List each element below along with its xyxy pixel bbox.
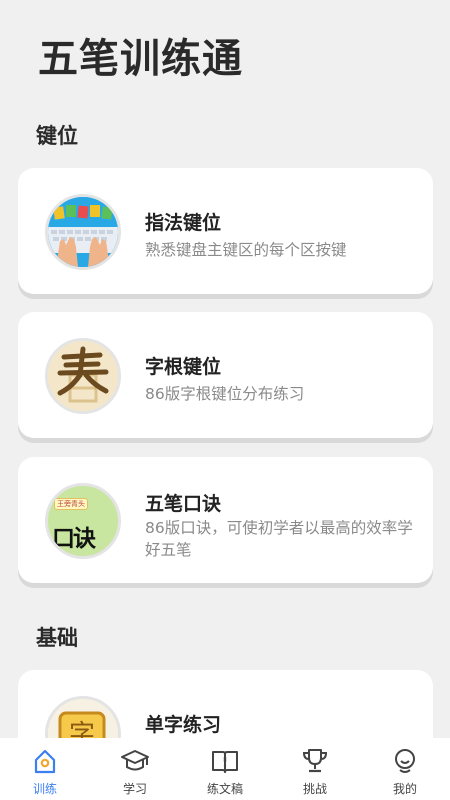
radical-character-icon	[45, 338, 121, 414]
card-description: 86版口诀，可使初学者以最高的效率学好五笔	[145, 519, 413, 559]
card-description: 熟悉键盘主键区的每个区按键	[145, 241, 347, 259]
face-icon	[395, 749, 415, 773]
keyboard-hands-icon	[45, 194, 121, 270]
app-title: 五笔训练通	[38, 36, 243, 82]
card-description: 86版字根键位分布练习	[145, 385, 305, 403]
graduation-cap-icon	[121, 750, 149, 771]
card-mnemonic[interactable]: 王旁青头 口诀 五笔口诀 86版口诀，可使初学者以最高的效率学好五笔	[18, 457, 433, 583]
tab-training[interactable]: 训练	[0, 738, 90, 800]
card-radical-keys[interactable]: 字根键位 86版字根键位分布练习	[18, 312, 433, 438]
tab-study[interactable]: 学习	[90, 738, 180, 800]
mnemonic-caption: 王旁青头	[54, 498, 88, 510]
card-title: 指法键位	[145, 212, 222, 234]
section-title-basics: 基础	[36, 626, 78, 650]
book-icon	[212, 751, 238, 773]
card-finger-keys[interactable]: 指法键位 熟悉键盘主键区的每个区按键	[18, 168, 433, 294]
bottom-tab-bar: 训练 学习 练文稿 挑战 我的	[0, 738, 450, 800]
mnemonic-icon: 王旁青头 口诀	[45, 483, 121, 559]
tab-practice-text[interactable]: 练文稿	[180, 738, 270, 800]
tab-label: 我的	[392, 782, 417, 796]
tab-mine[interactable]: 我的	[360, 738, 450, 800]
section-title-keys: 键位	[36, 124, 78, 148]
card-title: 字根键位	[145, 356, 222, 378]
tab-label: 练文稿	[206, 782, 243, 796]
tab-challenge[interactable]: 挑战	[270, 738, 360, 800]
tab-label: 学习	[122, 782, 147, 796]
home-icon	[34, 749, 56, 774]
tab-label: 挑战	[302, 782, 327, 796]
mnemonic-glyph-text: 口诀	[52, 526, 96, 552]
trophy-icon	[302, 749, 328, 773]
card-title: 五笔口诀	[145, 493, 222, 515]
tab-label: 训练	[32, 782, 57, 796]
card-title: 单字练习	[145, 714, 222, 736]
